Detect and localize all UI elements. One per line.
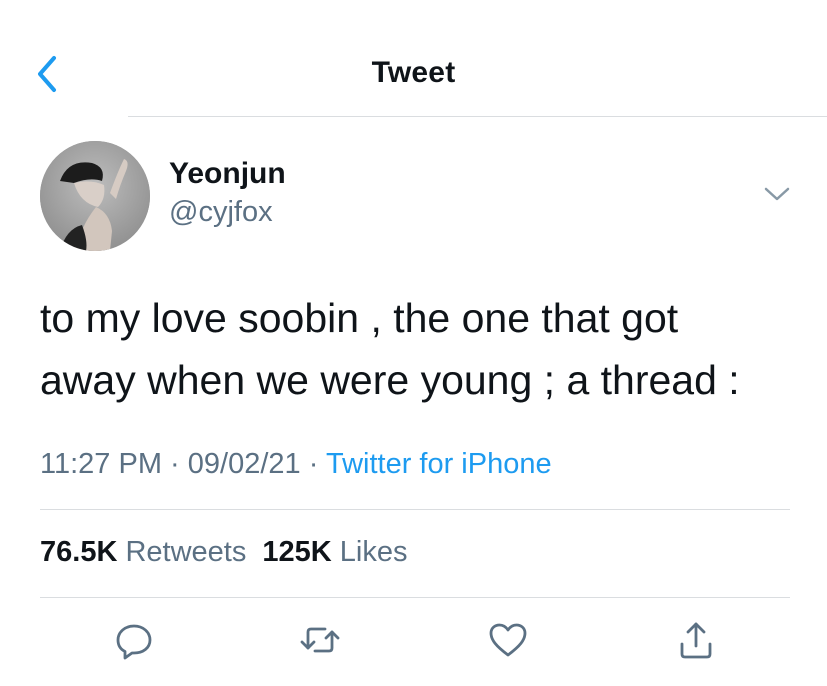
- divider: [40, 509, 790, 510]
- tweet-text: to my love soobin , the one that got awa…: [40, 295, 740, 403]
- avatar[interactable]: [40, 141, 150, 251]
- retweet-button[interactable]: [298, 618, 342, 662]
- share-button[interactable]: [674, 618, 718, 662]
- retweets-count: 76.5K: [40, 536, 118, 568]
- heart-icon: [489, 623, 527, 657]
- share-icon: [680, 622, 712, 659]
- reply-icon: [116, 624, 152, 660]
- retweets-stat[interactable]: 76.5K Retweets: [40, 536, 246, 568]
- more-options-button[interactable]: [760, 181, 794, 207]
- meta-separator: ·: [170, 448, 180, 480]
- chevron-down-icon: [764, 187, 790, 201]
- likes-label: Likes: [339, 536, 408, 568]
- tweet-meta: 11:27 PM · 09/02/21 · Twitter for iPhone: [40, 448, 552, 481]
- retweet-icon: [300, 627, 340, 653]
- header-divider: [128, 116, 827, 117]
- tweet-time: 11:27 PM: [40, 448, 162, 480]
- tweet-date: 09/02/21: [187, 448, 301, 480]
- retweets-label: Retweets: [125, 536, 247, 568]
- page-title: Tweet: [371, 56, 456, 89]
- author-display-name[interactable]: Yeonjun: [169, 157, 286, 191]
- likes-stat[interactable]: 125K Likes: [262, 536, 407, 568]
- author-handle[interactable]: @cyjfox: [169, 196, 273, 229]
- reply-button[interactable]: [112, 618, 156, 662]
- navigation-header: Tweet: [0, 0, 827, 117]
- likes-count: 125K: [262, 536, 332, 568]
- tweet-source-link[interactable]: Twitter for iPhone: [326, 448, 552, 480]
- meta-separator: ·: [308, 448, 319, 480]
- divider: [40, 597, 790, 598]
- avatar-photo: [40, 141, 150, 251]
- tweet-stats: 76.5K Retweets 125K Likes: [40, 536, 408, 569]
- like-button[interactable]: [486, 618, 530, 662]
